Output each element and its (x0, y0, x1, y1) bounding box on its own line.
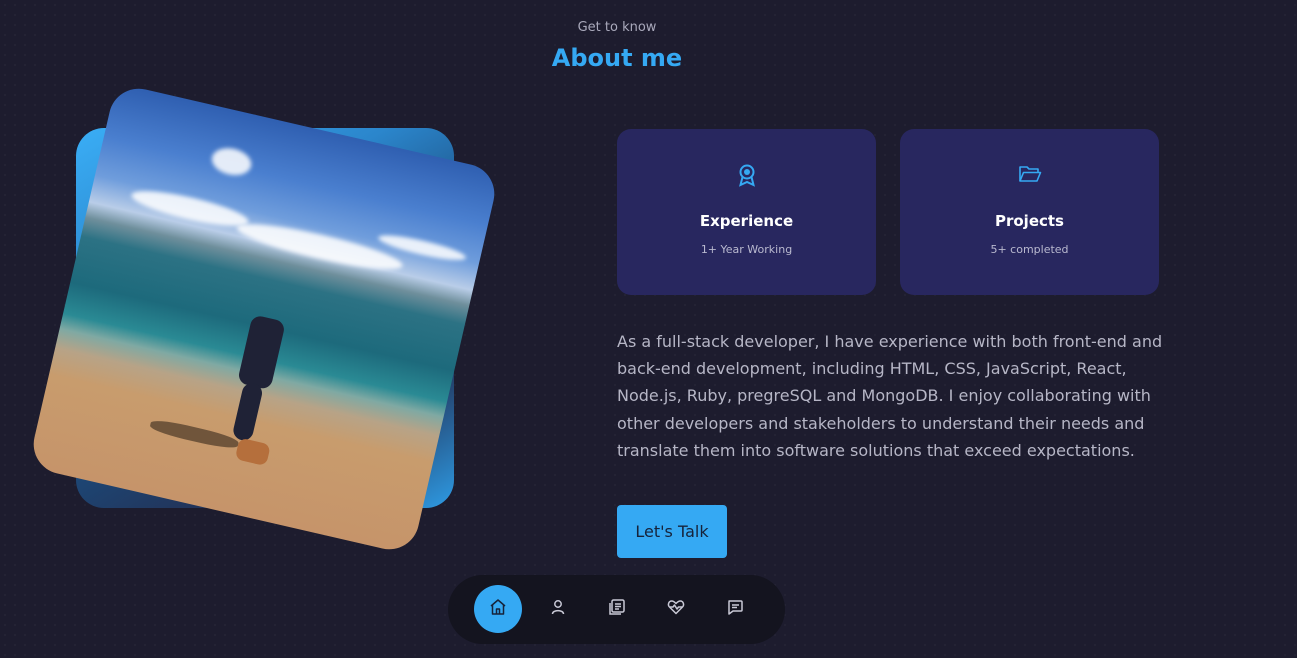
book-icon (608, 598, 626, 620)
nav-home[interactable] (474, 585, 522, 633)
person-shape (237, 314, 286, 391)
section-title: About me (551, 44, 683, 72)
person-legs-shape (231, 381, 264, 443)
dog-shape (234, 437, 271, 467)
card-title: Projects (994, 212, 1064, 230)
projects-card: Projects 5+ completed (900, 129, 1159, 295)
nav-contact[interactable] (711, 585, 759, 633)
nav-services[interactable] (652, 585, 700, 633)
message-icon (726, 598, 744, 620)
about-text: As a full-stack developer, I have experi… (617, 332, 1163, 460)
services-icon (667, 598, 685, 620)
card-subtitle: 1+ Year Working (700, 243, 793, 256)
shadow-shape (148, 417, 240, 452)
card-title: Experience (699, 212, 794, 230)
card-subtitle: 5+ completed (990, 243, 1069, 256)
folder-icon (900, 163, 1159, 189)
experience-card: Experience 1+ Year Working (617, 129, 876, 295)
cloud-shape (209, 144, 254, 179)
nav-about[interactable] (534, 585, 582, 633)
cloud-shape (129, 184, 251, 233)
section-subtitle: Get to know (577, 20, 657, 35)
nav-experience[interactable] (593, 585, 641, 633)
award-icon (617, 163, 876, 191)
home-icon (489, 598, 507, 620)
cloud-shape (234, 215, 406, 278)
lets-talk-button[interactable]: Let's Talk (617, 505, 727, 558)
bottom-nav (448, 575, 785, 644)
user-icon (550, 599, 566, 619)
